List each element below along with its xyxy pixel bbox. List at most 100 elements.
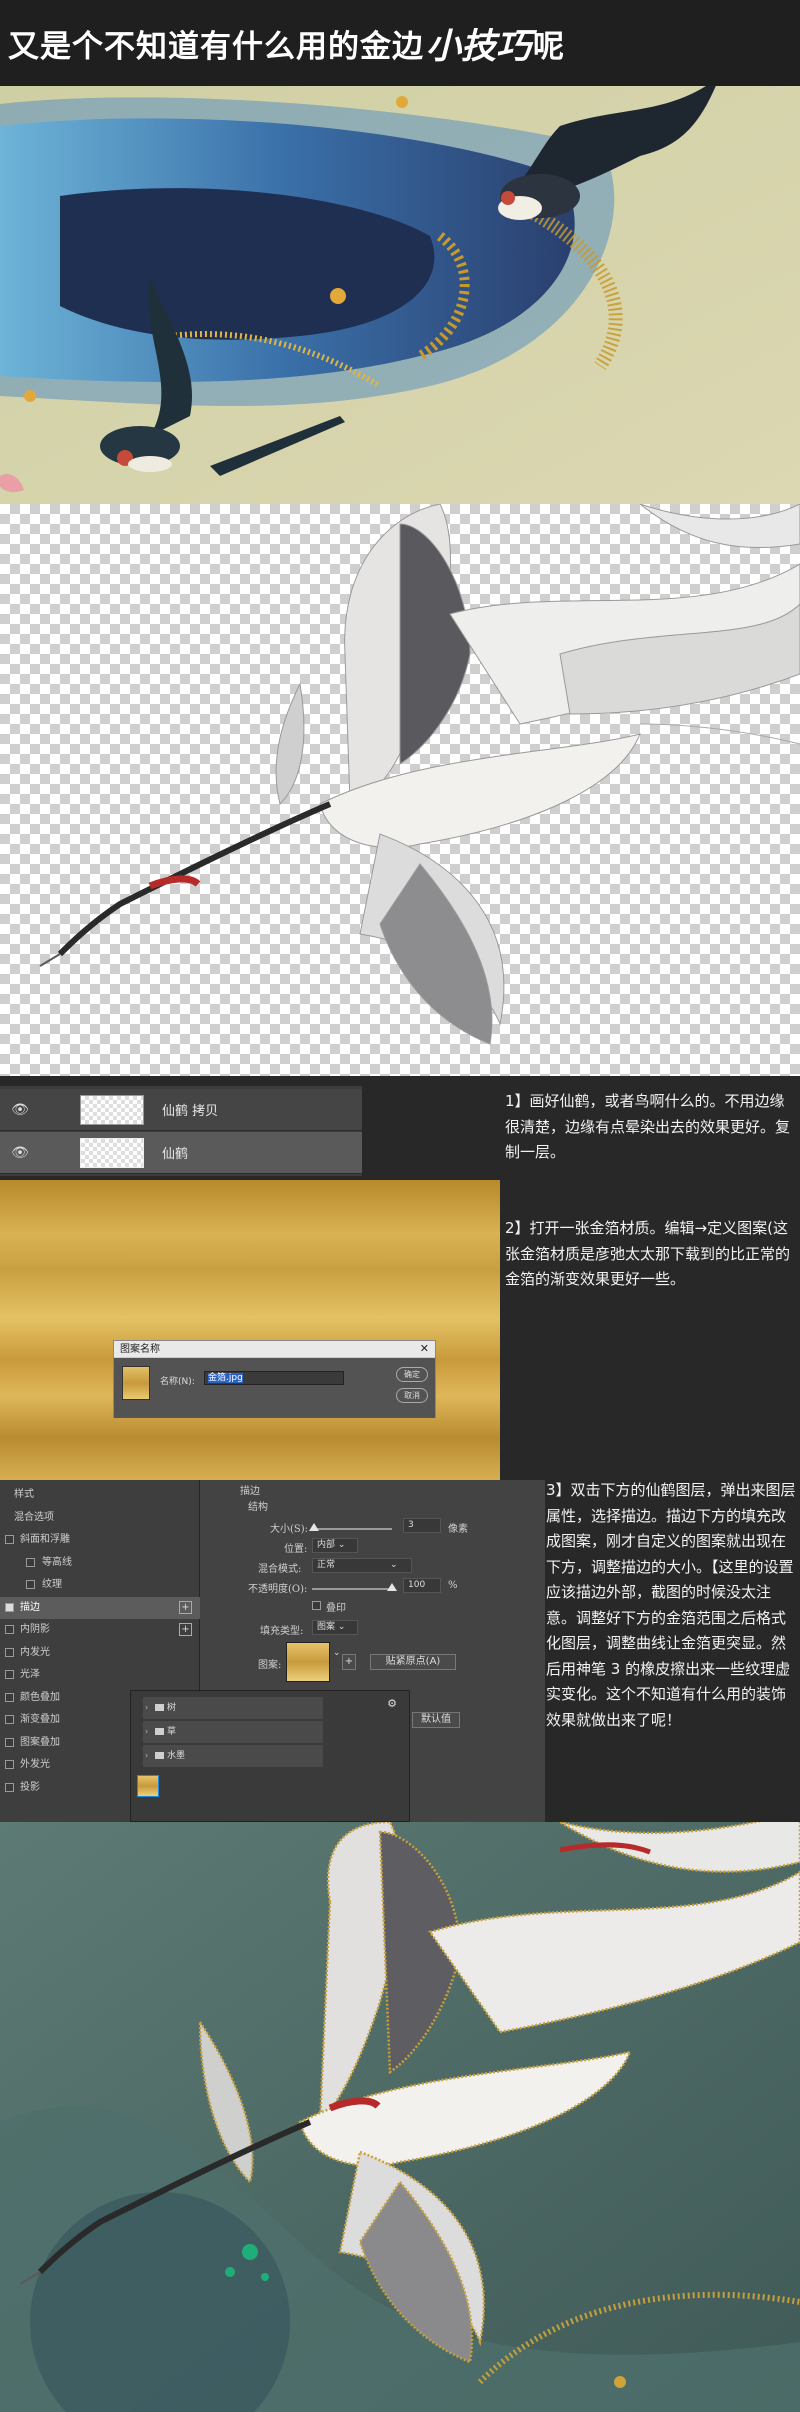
pattern-folder[interactable]: › 水墨 bbox=[143, 1745, 323, 1767]
layer-style-label: 内发光 bbox=[20, 1646, 50, 1658]
pattern-name-input[interactable]: 金箔.jpg bbox=[204, 1371, 344, 1385]
pattern-preview-thumbnail bbox=[122, 1366, 150, 1400]
size-label: 大小(S): bbox=[270, 1524, 309, 1535]
folder-icon bbox=[155, 1704, 164, 1711]
position-select[interactable]: 内部 ⌄ bbox=[312, 1538, 358, 1553]
overprint-label: 叠印 bbox=[326, 1603, 346, 1614]
new-preset-button[interactable]: + bbox=[342, 1654, 356, 1670]
layer-row-crane[interactable]: 👁 仙鹤 bbox=[0, 1132, 362, 1174]
pattern-label: 图案: bbox=[258, 1660, 282, 1671]
layer-style-item[interactable]: 内发光 bbox=[0, 1642, 200, 1664]
position-label: 位置: bbox=[284, 1544, 308, 1555]
layer-style-checkbox[interactable] bbox=[5, 1692, 14, 1702]
dialog-body: 名称(N): 金箔.jpg 确定 取消 bbox=[114, 1358, 435, 1418]
layer-style-item[interactable]: 等高线 bbox=[0, 1552, 200, 1574]
stroke-settings-panel: 描边 结构 大小(S): 3 像素 位置: 内部 ⌄ 混合模式: 正常 ⌄ 不透… bbox=[130, 1480, 545, 1822]
layer-style-label: 内阴影 bbox=[20, 1624, 50, 1635]
layer-style-checkbox[interactable] bbox=[5, 1782, 14, 1792]
chevron-down-icon[interactable]: ⌄ bbox=[390, 1560, 398, 1570]
pattern-swatch[interactable] bbox=[286, 1642, 330, 1682]
layer-style-item[interactable]: 光泽 bbox=[0, 1664, 200, 1686]
snap-to-origin-button[interactable]: 贴紧原点(A) bbox=[370, 1654, 456, 1670]
layer-style-item[interactable]: 纹理 bbox=[0, 1574, 200, 1596]
opacity-input[interactable]: 100 bbox=[403, 1578, 441, 1593]
layer-style-checkbox[interactable] bbox=[5, 1535, 14, 1544]
pattern-folder[interactable]: › 树 bbox=[143, 1697, 323, 1719]
ok-button[interactable]: 确定 bbox=[396, 1367, 428, 1382]
gold-pattern-swatch[interactable] bbox=[137, 1775, 159, 1797]
layer-style-checkbox[interactable] bbox=[5, 1625, 14, 1634]
chevron-right-icon[interactable]: › bbox=[145, 1721, 148, 1743]
chevron-down-icon[interactable]: ⌄ bbox=[333, 1648, 341, 1658]
step-1-text: 1】画好仙鹤，或者鸟啊什么的。不用边缘很清楚，边缘有点晕染出去的效果更好。复制一… bbox=[505, 1092, 791, 1161]
step-2-text: 2】打开一张金箔材质。编辑→定义图案(这张金箔材质是彦弛太太那下载到的比正常的金… bbox=[505, 1219, 791, 1288]
swallows-artwork bbox=[0, 86, 800, 504]
page-title-stylized: 小技巧 bbox=[426, 25, 532, 67]
close-icon[interactable]: ✕ bbox=[420, 1342, 429, 1355]
structure-heading: 结构 bbox=[248, 1502, 268, 1513]
layer-style-checkbox[interactable] bbox=[5, 1647, 14, 1657]
step-3-text: 3】双击下方的仙鹤图层，弹出来图层属性，选择描边。描边下方的填充改成图案，刚才自… bbox=[546, 1481, 796, 1729]
layer-style-label: 图案叠加 bbox=[20, 1736, 60, 1748]
opacity-slider-knob[interactable] bbox=[387, 1583, 397, 1591]
layer-row-crane-copy[interactable]: 👁 仙鹤 拷贝 bbox=[0, 1089, 362, 1131]
crane-artwork bbox=[39, 504, 800, 1045]
stroke-heading: 描边 bbox=[240, 1486, 260, 1497]
layer-style-label: 等高线 bbox=[42, 1556, 72, 1568]
layer-style-label: 样式 bbox=[14, 1489, 34, 1500]
chevron-right-icon[interactable]: › bbox=[145, 1697, 148, 1719]
visibility-eye-icon[interactable]: 👁 bbox=[0, 1102, 40, 1118]
layer-style-checkbox[interactable] bbox=[5, 1670, 14, 1679]
size-unit: 像素 bbox=[448, 1524, 468, 1535]
folder-icon bbox=[155, 1752, 164, 1759]
layer-style-label: 混合选项 bbox=[14, 1511, 54, 1523]
dialog-title: 图案名称 bbox=[114, 1341, 435, 1358]
fill-type-select[interactable]: 图案 ⌄ bbox=[312, 1620, 358, 1635]
pattern-folder[interactable]: › 草 bbox=[143, 1721, 323, 1743]
overprint-checkbox[interactable] bbox=[312, 1601, 321, 1610]
layer-style-checkbox[interactable] bbox=[5, 1602, 14, 1612]
gold-foil-texture: 图案名称 ✕ 名称(N): 金箔.jpg 确定 取消 bbox=[0, 1180, 500, 1480]
folder-label: 水墨 bbox=[167, 1751, 186, 1761]
folder-label: 草 bbox=[167, 1727, 177, 1737]
position-value: 内部 bbox=[317, 1540, 336, 1550]
layer-style-label: 渐变叠加 bbox=[20, 1714, 60, 1725]
layer-style-label: 斜面和浮雕 bbox=[20, 1534, 70, 1545]
layer-style-checkbox[interactable] bbox=[5, 1737, 14, 1747]
cancel-button[interactable]: 取消 bbox=[396, 1388, 428, 1403]
layer-style-item[interactable]: 混合选项 bbox=[0, 1507, 200, 1529]
layer-style-checkbox[interactable] bbox=[26, 1557, 35, 1567]
layer-style-label: 描边 bbox=[20, 1601, 40, 1613]
crane-transparent-layer bbox=[0, 504, 800, 1076]
size-slider[interactable] bbox=[312, 1528, 392, 1530]
layers-panel: 👁 仙鹤 拷贝 👁 仙鹤 bbox=[0, 1086, 362, 1176]
chevron-right-icon[interactable]: › bbox=[145, 1745, 148, 1767]
layer-thumbnail bbox=[80, 1094, 144, 1125]
opacity-unit: % bbox=[448, 1580, 458, 1591]
layer-thumbnail bbox=[80, 1137, 144, 1168]
layer-name: 仙鹤 bbox=[162, 1147, 189, 1162]
layer-style-label: 光泽 bbox=[20, 1669, 40, 1680]
layer-style-item[interactable]: 样式 bbox=[0, 1484, 200, 1506]
layer-style-checkbox[interactable] bbox=[26, 1580, 35, 1589]
layer-style-checkbox[interactable] bbox=[5, 1760, 14, 1769]
reset-default-button[interactable]: 默认值 bbox=[412, 1712, 460, 1728]
visibility-eye-icon[interactable]: 👁 bbox=[0, 1145, 40, 1161]
page-title-end: 呢 bbox=[533, 28, 566, 65]
header-bar: 又是个不知道有什么用的金边 小技巧 呢 bbox=[0, 0, 800, 86]
opacity-slider[interactable] bbox=[312, 1588, 392, 1590]
pattern-picker-popup: ⚙ › 树 › 草 › 水墨 bbox=[130, 1690, 410, 1822]
layer-style-label: 外发光 bbox=[20, 1759, 50, 1770]
layer-style-checkbox[interactable] bbox=[5, 1715, 14, 1724]
gear-icon[interactable]: ⚙ bbox=[387, 1697, 397, 1710]
add-effect-icon[interactable]: + bbox=[179, 1623, 192, 1636]
layer-style-item[interactable]: 内阴影 + bbox=[0, 1619, 200, 1641]
layer-style-item[interactable]: 斜面和浮雕 bbox=[0, 1529, 200, 1551]
add-effect-icon[interactable]: + bbox=[179, 1600, 192, 1614]
layer-style-item[interactable]: 描边 + bbox=[0, 1596, 200, 1619]
folder-icon bbox=[155, 1728, 164, 1735]
size-input[interactable]: 3 bbox=[403, 1518, 441, 1533]
size-slider-knob[interactable] bbox=[309, 1523, 320, 1531]
name-label: 名称(N): bbox=[160, 1377, 195, 1387]
layer-style-label: 投影 bbox=[20, 1781, 40, 1793]
